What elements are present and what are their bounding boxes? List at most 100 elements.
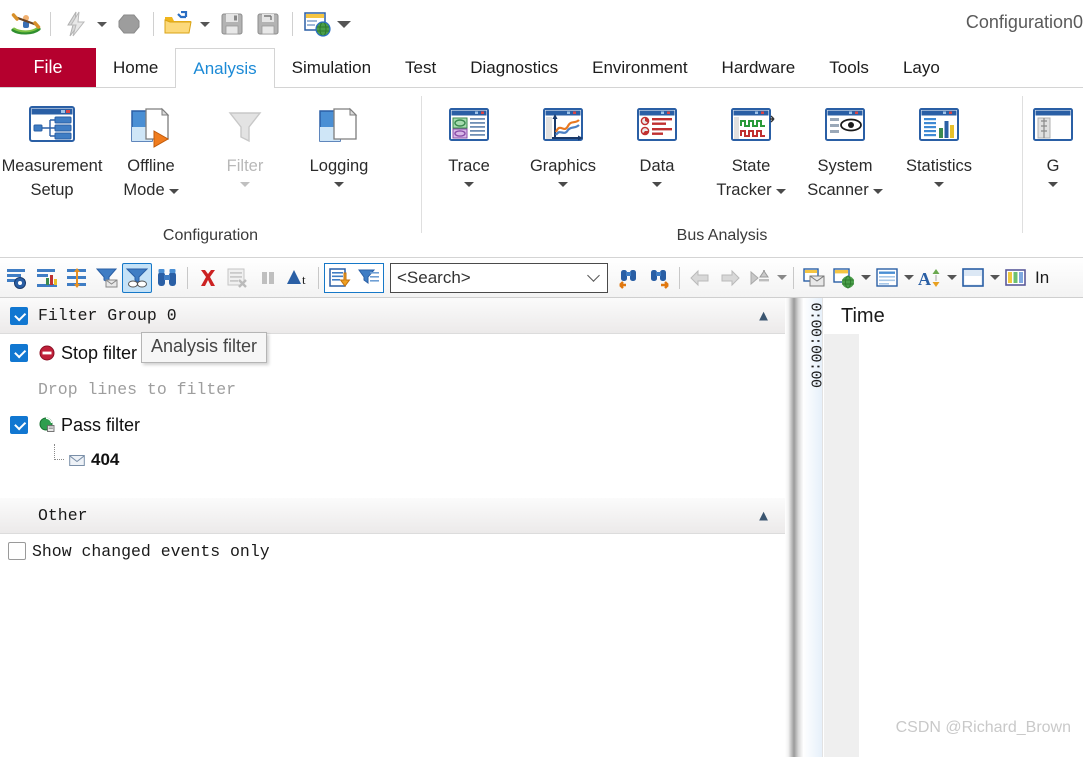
goto-marker-chevron-down-icon[interactable]	[775, 263, 788, 293]
ribbon-label-line1: Offline	[127, 157, 175, 175]
trace-column-header[interactable]: Time	[823, 298, 1083, 334]
chevron-down-icon[interactable]	[168, 188, 179, 194]
filter-group-header[interactable]: Filter Group 0 ▲	[0, 298, 785, 334]
clear-list-icon[interactable]	[223, 263, 253, 293]
ribbon-label-line2-row	[933, 180, 944, 187]
chevron-down-icon[interactable]	[463, 182, 474, 187]
ribbon-button-trace[interactable]: Trace	[422, 96, 516, 191]
ribbon-button-logging[interactable]: Logging	[292, 96, 386, 191]
kayak-app-icon[interactable]	[8, 6, 44, 42]
search-input[interactable]: <Search>	[390, 262, 608, 293]
ribbon-button-filter[interactable]: Filter	[198, 96, 292, 191]
find-next-icon[interactable]	[644, 263, 674, 293]
chevron-down-icon[interactable]	[933, 182, 944, 187]
ribbon-group-title-bus-analysis: Bus Analysis	[676, 227, 768, 244]
tab-analysis[interactable]: Analysis	[175, 48, 275, 88]
show-changed-events-checkbox[interactable]	[8, 542, 26, 560]
ribbon-button-data[interactable]: Data	[610, 96, 704, 191]
back-arrow-icon[interactable]	[685, 263, 715, 293]
other-section-header[interactable]: Other ▲	[0, 498, 785, 534]
filter-settings-icon[interactable]	[2, 263, 32, 293]
web-window-chevron-down-icon[interactable]	[859, 263, 872, 293]
delta-time-icon[interactable]: t	[283, 263, 313, 293]
chevron-down-icon[interactable]	[651, 182, 662, 187]
forward-arrow-icon[interactable]	[715, 263, 745, 293]
chevron-down-icon[interactable]	[587, 269, 600, 282]
ribbon-button-system-scanner[interactable]: System Scanner	[798, 96, 892, 204]
filter-child-node[interactable]: 404	[0, 444, 785, 476]
clear-trace-icon[interactable]	[193, 263, 223, 293]
filter-group-checkbox[interactable]	[10, 306, 28, 325]
flash-dropdown-chevron-down-icon[interactable]	[93, 6, 111, 42]
trace-pane: 0:00:00:00 Time CSDN @Richard_Brown	[803, 298, 1083, 757]
publish-web-icon[interactable]	[299, 6, 335, 42]
tab-test[interactable]: Test	[388, 48, 453, 87]
collapse-chevron-icon[interactable]: ▲	[756, 508, 771, 523]
tab-tools[interactable]: Tools	[812, 48, 886, 87]
filter-row-stop-filter[interactable]: Stop filter	[0, 334, 785, 372]
show-changed-events-row[interactable]: Show changed events only	[0, 534, 785, 568]
font-size-chevron-down-icon[interactable]	[945, 263, 958, 293]
chevron-down-icon[interactable]	[557, 182, 568, 187]
ribbon-button-gps[interactable]: G	[1023, 96, 1083, 191]
apply-filter-icon[interactable]	[354, 262, 384, 293]
ribbon-button-graphics[interactable]: Graphics	[516, 96, 610, 191]
ribbon-label-line1: Data	[639, 157, 675, 175]
filter-row-pass-filter[interactable]: Pass filter	[0, 406, 785, 444]
tab-simulation[interactable]: Simulation	[275, 48, 388, 87]
chevron-down-icon[interactable]	[872, 188, 883, 194]
chevron-down-icon[interactable]	[334, 182, 344, 187]
save-as-icon[interactable]	[250, 6, 286, 42]
filter-statistics-icon[interactable]	[32, 263, 62, 293]
open-dropdown-chevron-down-icon[interactable]	[196, 6, 214, 42]
tab-home[interactable]: Home	[96, 48, 175, 87]
color-columns-icon[interactable]	[1001, 263, 1031, 293]
chevron-down-icon[interactable]	[775, 188, 786, 194]
tab-environment[interactable]: Environment	[575, 48, 704, 87]
qat-overflow-chevron-down-icon[interactable]	[335, 6, 353, 42]
ribbon-button-offline-mode[interactable]: Offline Mode	[104, 96, 198, 204]
save-icon[interactable]	[214, 6, 250, 42]
chevron-down-icon[interactable]	[240, 182, 250, 187]
panel-splitter[interactable]	[785, 298, 803, 757]
ribbon-label-line2-row	[240, 180, 250, 187]
tab-hardware[interactable]: Hardware	[705, 48, 813, 87]
ribbon-button-measurement-setup[interactable]: Measurement Setup	[0, 96, 104, 204]
tab-diagnostics[interactable]: Diagnostics	[453, 48, 575, 87]
window-layout-icon[interactable]	[799, 263, 829, 293]
tab-layout[interactable]: Layo	[886, 48, 957, 87]
goto-marker-icon[interactable]	[745, 263, 775, 293]
find-binoculars-icon[interactable]	[152, 263, 182, 293]
ribbon-group-configuration: Measurement Setup Offline Mode Filter Lo…	[0, 88, 421, 257]
graphics-icon	[539, 100, 587, 152]
tooltip: Analysis filter	[141, 332, 268, 363]
export-trace-icon[interactable]	[324, 262, 354, 293]
font-size-icon[interactable]: A	[915, 263, 945, 293]
qat-separator-1	[50, 12, 51, 36]
stop-filter-icon	[38, 344, 56, 362]
ribbon-button-state-tracker[interactable]: State Tracker	[704, 96, 798, 204]
pass-filter-icon	[38, 416, 56, 434]
flash-icon[interactable]	[57, 6, 93, 42]
chevron-down-icon[interactable]	[1048, 182, 1058, 187]
split-view-icon[interactable]	[958, 263, 988, 293]
collapse-chevron-icon[interactable]: ▲	[756, 308, 771, 323]
find-previous-icon[interactable]	[614, 263, 644, 293]
pass-filter-checkbox[interactable]	[10, 416, 28, 434]
columns-chevron-down-icon[interactable]	[902, 263, 915, 293]
filter-resize-icon[interactable]	[62, 263, 92, 293]
stop-filter-checkbox[interactable]	[10, 344, 28, 362]
pass-filter-label: Pass filter	[61, 414, 141, 435]
pause-icon[interactable]	[253, 263, 283, 293]
tab-file[interactable]: File	[0, 48, 96, 87]
message-filter-icon[interactable]	[92, 263, 122, 293]
toolbar-right-label: In	[1035, 267, 1050, 287]
ribbon-button-statistics[interactable]: Statistics	[892, 96, 986, 191]
split-view-chevron-down-icon[interactable]	[988, 263, 1001, 293]
open-folder-icon[interactable]	[160, 6, 196, 42]
analysis-filter-icon[interactable]	[122, 262, 152, 293]
columns-icon[interactable]	[872, 263, 902, 293]
stop-recording-icon[interactable]	[111, 6, 147, 42]
web-window-icon[interactable]	[829, 263, 859, 293]
filter-panel: Filter Group 0 ▲ Stop filter Drop lines …	[0, 298, 785, 757]
